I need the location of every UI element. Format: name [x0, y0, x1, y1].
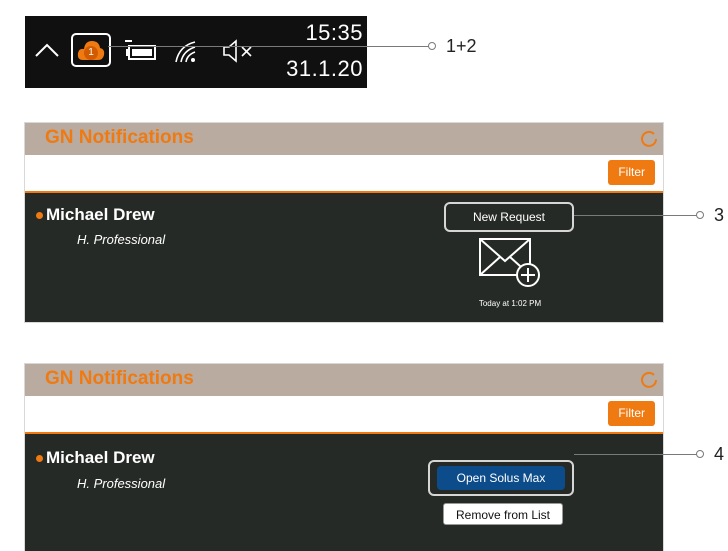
- windows-taskbar-tray: 1 15:35 31.1.20: [25, 16, 367, 88]
- volume-muted-icon[interactable]: [221, 36, 255, 66]
- notification-item[interactable]: Michael Drew H. Professional New Request…: [25, 193, 663, 322]
- request-timestamp: Today at 1:02 PM: [478, 299, 542, 308]
- clock-date[interactable]: 31.1.20: [273, 56, 363, 82]
- open-solus-max-button[interactable]: Open Solus Max: [437, 466, 565, 490]
- refresh-icon[interactable]: [639, 129, 659, 149]
- notification-panel-actions: GN Notifications Filter Michael Drew H. …: [25, 364, 663, 551]
- panel-header: GN Notifications: [25, 364, 663, 396]
- notification-item[interactable]: Michael Drew H. Professional Open Solus …: [25, 434, 663, 551]
- contact-role: H. Professional: [77, 232, 166, 247]
- gn-tray-icon-highlight[interactable]: 1: [71, 33, 111, 67]
- new-request-label: New Request: [444, 202, 574, 232]
- filter-button[interactable]: Filter: [608, 160, 655, 185]
- mail-add-icon: [479, 238, 540, 287]
- notification-panel-new-request: GN Notifications Filter Michael Drew H. …: [25, 123, 663, 322]
- panel-title: GN Notifications: [45, 368, 194, 389]
- notification-count-badge: 1: [84, 46, 98, 60]
- callout-dot: [428, 42, 436, 50]
- panel-header: GN Notifications: [25, 123, 663, 155]
- callout-label-4: 4: [714, 444, 725, 464]
- callout-line: [574, 454, 698, 455]
- callout-label-1-2: 1+2: [446, 36, 477, 56]
- callout-label-3: 3: [714, 205, 725, 225]
- contact-name: Michael Drew: [46, 205, 155, 224]
- filter-bar: Filter: [25, 396, 663, 434]
- filter-bar: Filter: [25, 155, 663, 193]
- panel-title: GN Notifications: [45, 127, 194, 148]
- contact-role: H. Professional: [77, 476, 166, 491]
- chevron-up-icon[interactable]: [33, 36, 61, 64]
- callout-line: [108, 46, 430, 47]
- contact-name: Michael Drew: [46, 448, 155, 467]
- wifi-icon[interactable]: [173, 36, 203, 66]
- refresh-icon[interactable]: [639, 370, 659, 390]
- remove-from-list-button[interactable]: Remove from List: [443, 503, 563, 525]
- filter-button[interactable]: Filter: [608, 401, 655, 426]
- unread-dot: [36, 212, 43, 219]
- clock-time[interactable]: 15:35: [273, 20, 363, 46]
- callout-line: [574, 215, 698, 216]
- callout-dot: [696, 450, 704, 458]
- callout-dot: [696, 211, 704, 219]
- battery-icon[interactable]: [123, 37, 159, 65]
- unread-dot: [36, 455, 43, 462]
